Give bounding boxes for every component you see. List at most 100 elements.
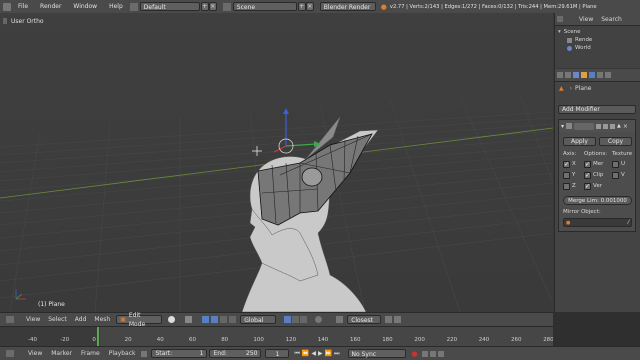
clip-checkbox[interactable]: ✓ bbox=[584, 172, 591, 179]
proportional-edit-icon[interactable] bbox=[315, 316, 323, 323]
timeline-area[interactable]: -40 -20 0 20 40 60 80 100 120 140 160 180 200 220 240 2… bbox=[0, 326, 554, 346]
toolshelf-toggle-icon[interactable] bbox=[3, 18, 7, 24]
outliner-search-menu[interactable]: Search bbox=[601, 16, 622, 23]
merge-label: Mer bbox=[593, 161, 604, 167]
texture-v-checkbox[interactable] bbox=[612, 172, 619, 179]
menu-render[interactable]: Render bbox=[35, 3, 66, 10]
viewport-shading-icon[interactable] bbox=[168, 316, 176, 323]
keying-set-icon[interactable] bbox=[421, 350, 428, 357]
object-tab-icon[interactable] bbox=[581, 72, 587, 78]
modifier-name-field[interactable] bbox=[574, 122, 595, 130]
vertex-groups-checkbox[interactable]: ✓ bbox=[584, 183, 591, 190]
timeline-menu-view[interactable]: View bbox=[28, 350, 42, 357]
render-toggle-icon[interactable] bbox=[596, 123, 602, 129]
edit-mode-icon: ▣ bbox=[120, 316, 126, 323]
orientation-selector[interactable]: Global bbox=[240, 315, 277, 324]
eyedropper-icon[interactable]: ⁄ bbox=[628, 219, 629, 226]
modifier-tab-icon[interactable] bbox=[589, 72, 595, 78]
jump-start-icon[interactable]: ⏮ bbox=[294, 350, 299, 358]
menu-help[interactable]: Help bbox=[104, 3, 128, 10]
menu-select[interactable]: Select bbox=[48, 316, 67, 323]
breadcrumb-object: Plane bbox=[575, 84, 592, 92]
mode-selector[interactable]: ▣ Edit Mode bbox=[116, 312, 163, 328]
add-modifier-dropdown[interactable]: Add Modifier bbox=[558, 105, 636, 114]
scene-remove-button[interactable]: × bbox=[305, 2, 314, 11]
axis-y-checkbox[interactable] bbox=[563, 172, 570, 179]
timeline-playhead[interactable] bbox=[97, 327, 99, 346]
pivot-point-icon[interactable] bbox=[185, 316, 193, 323]
menu-add[interactable]: Add bbox=[75, 316, 87, 323]
render-preview-icon[interactable] bbox=[385, 316, 393, 323]
gizmo-y-axis[interactable] bbox=[285, 143, 317, 147]
layout-add-button[interactable]: + bbox=[200, 2, 209, 11]
insert-keyframe-icon[interactable] bbox=[429, 350, 436, 357]
outliner-item-render[interactable]: Rende bbox=[567, 36, 637, 44]
manipulator-toggle-icon[interactable] bbox=[202, 316, 210, 323]
menu-mesh[interactable]: Mesh bbox=[94, 316, 110, 323]
merge-checkbox[interactable]: ✓ bbox=[584, 161, 591, 168]
rotate-icon[interactable] bbox=[220, 316, 228, 323]
texture-u-checkbox[interactable] bbox=[612, 161, 619, 168]
next-keyframe-icon[interactable]: ⏩ bbox=[325, 350, 332, 357]
render-engine-selector[interactable]: Blender Render bbox=[319, 2, 376, 11]
scene-icon[interactable] bbox=[222, 2, 231, 11]
menu-window[interactable]: Window bbox=[68, 3, 102, 10]
editor-type-icon[interactable] bbox=[3, 2, 11, 11]
collapse-arrow-icon[interactable]: ▾ bbox=[561, 123, 564, 130]
axis-x-checkbox[interactable]: ✓ bbox=[563, 161, 570, 168]
snap-target-selector[interactable]: Closest bbox=[347, 315, 382, 324]
render-layer-icon bbox=[567, 37, 572, 43]
translate-icon[interactable] bbox=[211, 316, 219, 323]
layout-remove-button[interactable]: × bbox=[208, 2, 217, 11]
3d-view-editor-icon[interactable] bbox=[6, 316, 14, 323]
timeline-menu-playback[interactable]: Playback bbox=[109, 350, 136, 357]
preview-range-icon[interactable] bbox=[141, 350, 148, 357]
scene-selector[interactable]: Scene bbox=[232, 2, 297, 11]
scene-tab-icon[interactable] bbox=[565, 72, 571, 78]
move-up-icon[interactable]: ▲ bbox=[617, 123, 621, 129]
render-tab-icon[interactable] bbox=[557, 72, 563, 78]
outliner-editor-icon[interactable] bbox=[557, 16, 563, 22]
start-frame-field[interactable]: Start: 1 bbox=[151, 349, 208, 358]
timeline-editor-icon[interactable] bbox=[6, 350, 14, 357]
material-tab-icon[interactable] bbox=[605, 72, 611, 78]
delete-keyframe-icon[interactable] bbox=[437, 350, 444, 357]
vertex-select-icon[interactable] bbox=[284, 316, 292, 323]
end-frame-field[interactable]: End: 250 bbox=[209, 349, 262, 358]
menu-file[interactable]: File bbox=[13, 3, 33, 10]
3d-viewport[interactable]: User Ortho (1) Plane bbox=[0, 13, 553, 312]
sync-mode-selector[interactable]: No Sync bbox=[347, 349, 406, 358]
prev-keyframe-icon[interactable]: ⏪ bbox=[302, 350, 309, 357]
render-anim-icon[interactable] bbox=[394, 316, 402, 323]
copy-button[interactable]: Copy bbox=[599, 137, 632, 146]
timeline-menu-marker[interactable]: Marker bbox=[51, 350, 72, 357]
play-icon[interactable]: ▶ bbox=[318, 350, 323, 357]
apply-button[interactable]: Apply bbox=[563, 137, 596, 146]
outliner-item-world[interactable]: World bbox=[567, 44, 637, 52]
viewport-toggle-icon[interactable] bbox=[603, 123, 609, 129]
data-tab-icon[interactable] bbox=[597, 72, 603, 78]
current-frame-field[interactable]: 1 bbox=[265, 349, 290, 358]
scale-icon[interactable] bbox=[229, 316, 237, 323]
timeline-menu-frame[interactable]: Frame bbox=[81, 350, 100, 357]
merge-limit-field[interactable]: Merge Lim: 0.001000 bbox=[563, 196, 632, 205]
outliner-item-scene[interactable]: ▾ Scene bbox=[558, 28, 637, 36]
timeline-tick-label: 40 bbox=[156, 337, 164, 343]
record-icon[interactable]: ● bbox=[412, 350, 418, 358]
snap-toggle-icon[interactable] bbox=[336, 316, 344, 323]
jump-end-icon[interactable]: ⏭ bbox=[334, 350, 339, 358]
menu-view[interactable]: View bbox=[26, 316, 40, 323]
axis-z-checkbox[interactable] bbox=[563, 183, 570, 190]
face-select-icon[interactable] bbox=[300, 316, 308, 323]
remove-modifier-icon[interactable]: × bbox=[623, 123, 628, 130]
screen-layout-icon[interactable] bbox=[129, 2, 138, 11]
layout-selector[interactable]: Default bbox=[139, 2, 200, 11]
world-tab-icon[interactable] bbox=[573, 72, 579, 78]
gizmo-z-arrow[interactable] bbox=[283, 108, 289, 114]
editmode-toggle-icon[interactable] bbox=[610, 123, 616, 129]
play-reverse-icon[interactable]: ◀ bbox=[311, 350, 316, 357]
scene-add-button[interactable]: + bbox=[297, 2, 306, 11]
edge-select-icon[interactable] bbox=[292, 316, 300, 323]
mirror-object-field[interactable]: ● ⁄ bbox=[563, 218, 632, 227]
outliner-view-menu[interactable]: View bbox=[579, 16, 593, 23]
